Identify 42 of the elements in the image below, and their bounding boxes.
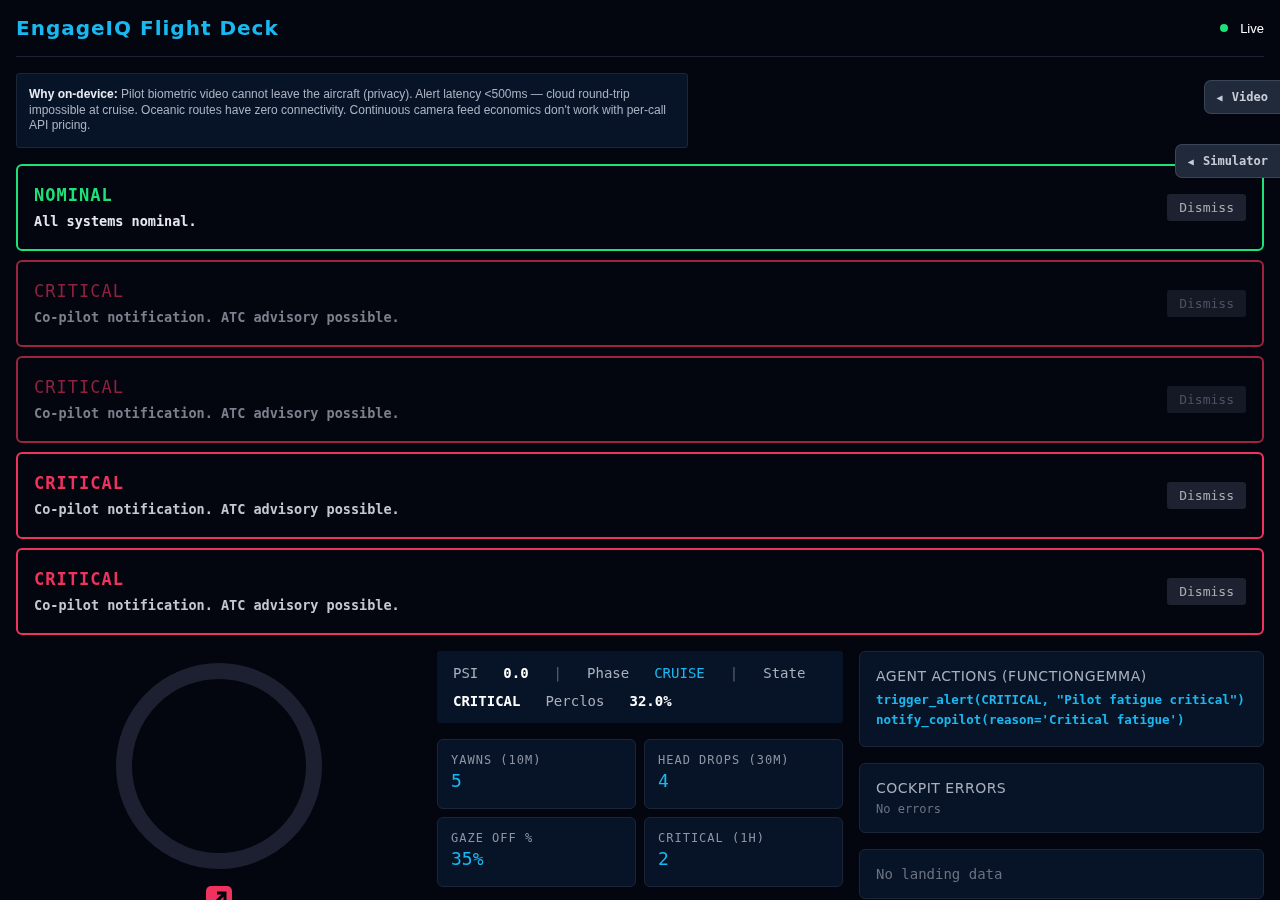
stat-value: 4 [658,769,670,791]
status-value: 0.0 [503,663,529,683]
status-label-text: State [763,663,806,683]
alert-message: All systems nominal. [34,213,197,230]
separator-text: | [729,663,739,684]
action-line: notify_copilot(reason='Critical fatigue') [876,710,1186,730]
dismiss-button[interactable]: Dismiss [1167,481,1246,509]
errors-message: No errors [876,801,943,816]
dismiss-button[interactable]: Dismiss [1167,193,1246,221]
alert-message: Co-pilot notification. ATC advisory possible. [34,501,400,518]
separator-text: | [553,663,563,684]
stat-label: YAWNS (10M) [451,752,543,767]
alert-message: Co-pilot notification. ATC advisory possible. [34,309,400,326]
status-value: CRUISE [654,663,705,683]
status-value: 32.0% [629,691,672,711]
panel-title: COCKPIT ERRORS [876,779,1008,796]
status-label-text: Phase [587,663,630,683]
alert-message: Co-pilot notification. ATC advisory possible. [34,597,400,614]
alert-title: NOMINAL [34,185,114,206]
alert-title: CRITICAL [34,281,125,302]
status-label: Live [1240,20,1264,36]
stat-value: 35% [451,847,485,869]
side-panel-tab[interactable]: ◀ Video [1203,80,1280,114]
status-label-text: Perclos [545,691,605,711]
alert-title: CRITICAL [34,473,125,494]
alert-title: CRITICAL [34,569,125,590]
info-note: Why on-device: Pilot biometric video cannot leave the aircraft (privacy). Alert latency <500ms — cloud round-trip impossible at cruise. Oceanic routes have zero connectivity. Continuous camera feed economics don't work with per-call API pricing. [16,73,688,148]
status-value: CRITICAL [453,691,521,711]
app-title: EngageIQ Flight Deck [16,16,279,40]
stat-label: GAZE OFF % [451,830,535,845]
status-label-text: PSI [453,663,479,683]
stat-label: HEAD DROPS (30M) [658,752,791,767]
stat-label: CRITICAL (1H) [658,830,766,845]
landing-message: No landing data [876,865,1004,882]
stat-value: 2 [658,847,670,869]
stat-value: 5 [451,769,463,791]
alert-message: Co-pilot notification. ATC advisory possible. [34,405,400,422]
panel-title: AGENT ACTIONS (FUNCTIONGEMMA) [876,667,1148,684]
dismiss-button[interactable]: Dismiss [1167,577,1246,605]
alert-title: CRITICAL [34,377,125,398]
action-line: trigger_alert(CRITICAL, "Pilot fatigue critical") [876,690,1246,710]
side-panel-tab[interactable]: ◀ Simulator [1174,144,1280,178]
